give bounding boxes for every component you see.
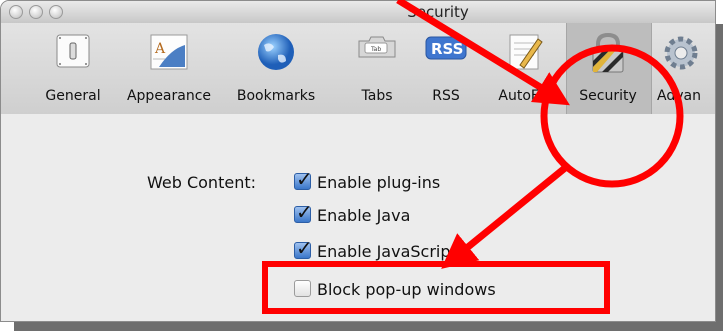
toolbar-label-advanced: Advan xyxy=(657,88,701,104)
enable-java-checkbox[interactable] xyxy=(294,200,313,224)
preferences-window: Security General A Appearance Bookmarks … xyxy=(0,0,716,322)
toolbar-label-security: Security xyxy=(579,88,637,104)
toolbar-label-tabs: Tabs xyxy=(361,88,393,104)
checkbox-row-popups[interactable]: Block pop-up windows xyxy=(294,280,496,302)
toolbar-item-advanced[interactable]: Advan xyxy=(653,23,715,114)
block-popups-label: Block pop-up windows xyxy=(317,280,496,299)
svg-text:A: A xyxy=(154,41,166,57)
title-bar[interactable]: Security xyxy=(1,1,715,23)
font-pen-icon: A xyxy=(150,34,188,70)
toolbar-label-autofill: AutoFill xyxy=(498,88,550,104)
rss-icon: RSS xyxy=(425,36,467,60)
toolbar-item-appearance[interactable]: A Appearance xyxy=(119,23,219,114)
checkbox-row-java[interactable]: Enable Java xyxy=(294,200,411,228)
toolbar-item-tabs[interactable]: Tab Tabs xyxy=(345,23,409,114)
preferences-toolbar: General A Appearance Bookmarks Tab Tabs … xyxy=(1,23,715,115)
toolbar-item-rss[interactable]: RSS RSS xyxy=(415,23,477,114)
tab-badge-text: Tab xyxy=(370,46,381,53)
toolbar-item-bookmarks[interactable]: Bookmarks xyxy=(227,23,325,114)
enable-plugins-checkbox[interactable] xyxy=(294,167,313,191)
toolbar-label-rss: RSS xyxy=(432,88,460,104)
pencil-form-icon xyxy=(509,34,543,70)
toolbar-label-bookmarks: Bookmarks xyxy=(236,88,316,104)
enable-plugins-label: Enable plug-ins xyxy=(317,173,441,192)
gear-icon xyxy=(664,36,698,70)
padlock-icon xyxy=(592,32,624,73)
globe-icon xyxy=(258,34,294,70)
switch-icon xyxy=(56,34,90,68)
checkbox-row-plugins[interactable]: Enable plug-ins xyxy=(294,167,441,195)
toolbar-label-appearance: Appearance xyxy=(126,88,212,104)
enable-java-label: Enable Java xyxy=(317,206,411,225)
toolbar-label-general: General xyxy=(45,88,101,104)
window-title: Security xyxy=(407,3,469,21)
tab-icon: Tab xyxy=(358,36,396,58)
rss-badge-text: RSS xyxy=(431,40,463,58)
toolbar-item-security[interactable]: Security xyxy=(566,23,650,114)
block-popups-checkbox[interactable] xyxy=(294,280,311,297)
toolbar-item-general[interactable]: General xyxy=(37,23,109,114)
checkbox-row-javascript[interactable]: Enable JavaScript xyxy=(294,236,457,264)
web-content-label: Web Content: xyxy=(147,173,256,192)
toolbar-item-autofill[interactable]: AutoFill xyxy=(484,23,564,114)
enable-javascript-label: Enable JavaScript xyxy=(317,242,457,261)
enable-javascript-checkbox[interactable] xyxy=(294,236,313,260)
